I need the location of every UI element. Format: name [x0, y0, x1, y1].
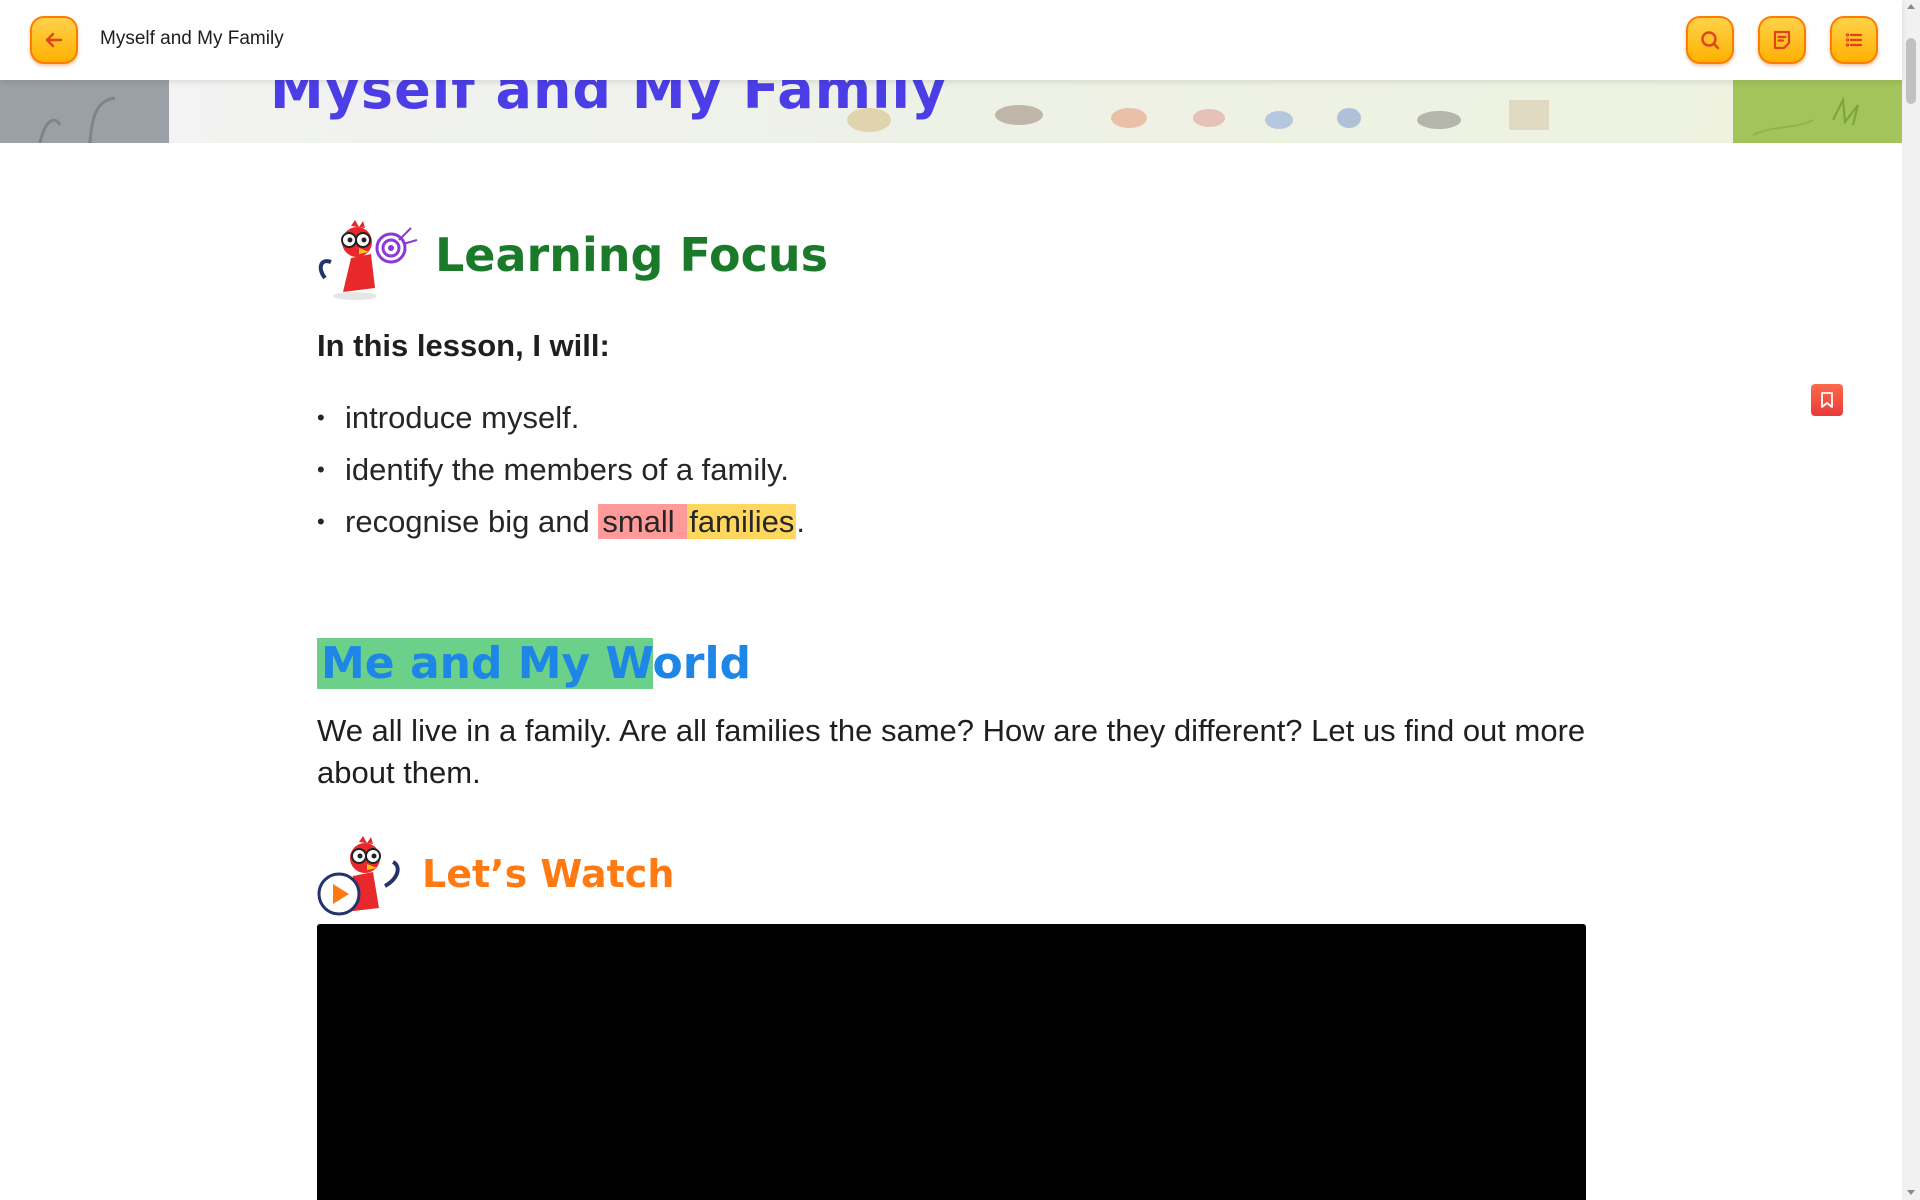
grass-decoration [1752, 96, 1859, 136]
banner-left-panel [0, 80, 169, 143]
section-paragraph: We all live in a family. Are all familie… [317, 713, 1586, 790]
highlight-red[interactable]: small [598, 504, 688, 539]
heading-rest: orld [652, 638, 752, 689]
learning-focus-heading: Learning Focus [435, 228, 828, 282]
top-bar: Myself and My Family [0, 0, 1902, 80]
scroll-up-arrow-icon[interactable] [1907, 4, 1915, 9]
list-menu-icon [1845, 33, 1863, 47]
menu-button[interactable] [1830, 16, 1878, 64]
bullet: • [317, 457, 325, 482]
bullet: • [317, 509, 325, 534]
bookmark-icon [1821, 392, 1833, 408]
arrow-left-icon [45, 32, 63, 48]
notes-icon [1773, 30, 1791, 50]
search-icon [1701, 31, 1720, 50]
banner-decoration [38, 96, 116, 143]
search-button[interactable] [1686, 16, 1734, 64]
video-player[interactable] [317, 924, 1586, 1200]
banner-right-panel [1733, 80, 1902, 143]
app-title: Myself and My Family [100, 28, 284, 49]
highlight-yellow[interactable]: families [687, 504, 797, 539]
lesson-intro: In this lesson, I will: [317, 328, 610, 363]
notes-button[interactable] [1758, 16, 1806, 64]
back-button[interactable] [30, 16, 78, 64]
highlight-green[interactable]: Me and My W [317, 638, 653, 689]
mascot-target-icon [318, 220, 418, 300]
mascot-play-icon [317, 836, 400, 916]
list-item: • introduce myself. [317, 392, 805, 444]
scroll-thumb[interactable] [1906, 38, 1916, 104]
goal-text: identify the members of a family. [345, 452, 789, 487]
scroll-down-arrow-icon[interactable] [1907, 1190, 1915, 1195]
list-item: • recognise big and small families. [317, 496, 805, 548]
learning-goals-list: • introduce myself. • identify the members… [317, 392, 805, 548]
section-heading: Me and My World [317, 636, 751, 692]
banner-title: Myself and My Family [270, 80, 948, 121]
goal-text: introduce myself. [345, 400, 580, 435]
bullet: • [317, 405, 325, 430]
list-item: • identify the members of a family. [317, 444, 805, 496]
scrollbar[interactable] [1902, 0, 1920, 1200]
chapter-banner: Myself and My Family [0, 80, 1902, 143]
bookmark-button[interactable] [1811, 384, 1843, 416]
goal-suffix: . [796, 504, 806, 539]
lets-watch-heading: Let’s Watch [422, 852, 675, 896]
goal-text: recognise big and [345, 504, 599, 539]
